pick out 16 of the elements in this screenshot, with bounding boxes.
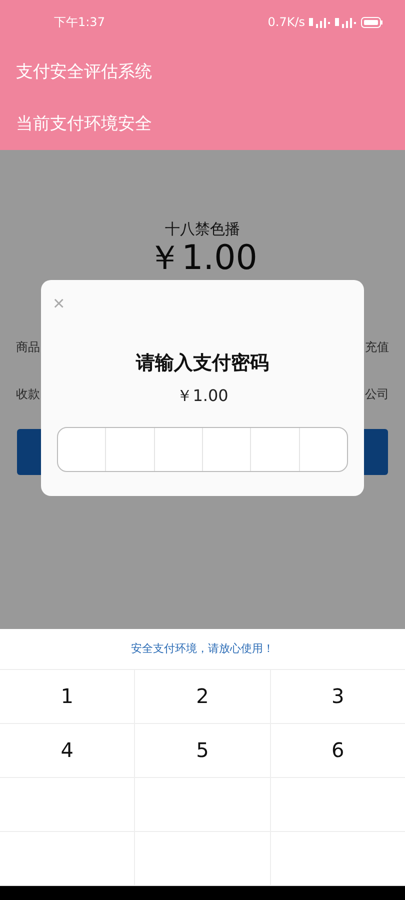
merchant-name: 十八禁色播: [165, 220, 240, 239]
environment-status: 当前支付环境安全: [15, 113, 153, 135]
row-value: 公司: [365, 386, 389, 403]
dialog-title: 请输入支付密码: [136, 350, 269, 376]
row-label: 收款: [16, 386, 40, 403]
order-amount: ￥1.00: [148, 240, 258, 275]
dialog-amount: ￥1.00: [176, 386, 228, 407]
network-speed: 0.7K/s: [268, 15, 305, 29]
signal-icon: [309, 16, 331, 28]
row-value: 充值: [365, 338, 389, 356]
signal-icon: [335, 16, 357, 28]
battery-icon: [361, 16, 383, 28]
row-label: 商品: [16, 338, 40, 356]
app-title: 支付安全评估系统: [15, 61, 153, 84]
password-field[interactable]: [57, 426, 348, 472]
status-time: 下午1:37: [54, 14, 105, 30]
